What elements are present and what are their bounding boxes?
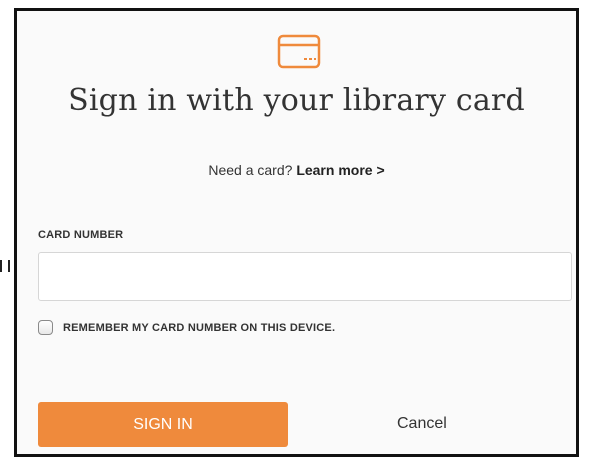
card-number-input[interactable] [38, 252, 572, 301]
help-text: Need a card? [208, 162, 293, 178]
help-row: Need a card? Learn more > [17, 162, 576, 178]
remember-card-option[interactable]: REMEMBER MY CARD NUMBER ON THIS DEVICE. [38, 320, 335, 335]
card-number-label: CARD NUMBER [38, 229, 124, 241]
window-edge-mark [0, 260, 10, 272]
cancel-link[interactable]: Cancel [397, 415, 447, 433]
credit-card-icon [277, 34, 321, 69]
remember-checkbox[interactable] [38, 320, 53, 335]
sign-in-button[interactable]: SIGN IN [38, 402, 288, 447]
sign-in-dialog: Sign in with your library card Need a ca… [14, 8, 579, 457]
remember-label: REMEMBER MY CARD NUMBER ON THIS DEVICE. [63, 321, 336, 334]
learn-more-link[interactable]: Learn more > [296, 162, 384, 178]
dialog-title: Sign in with your library card [68, 83, 525, 118]
